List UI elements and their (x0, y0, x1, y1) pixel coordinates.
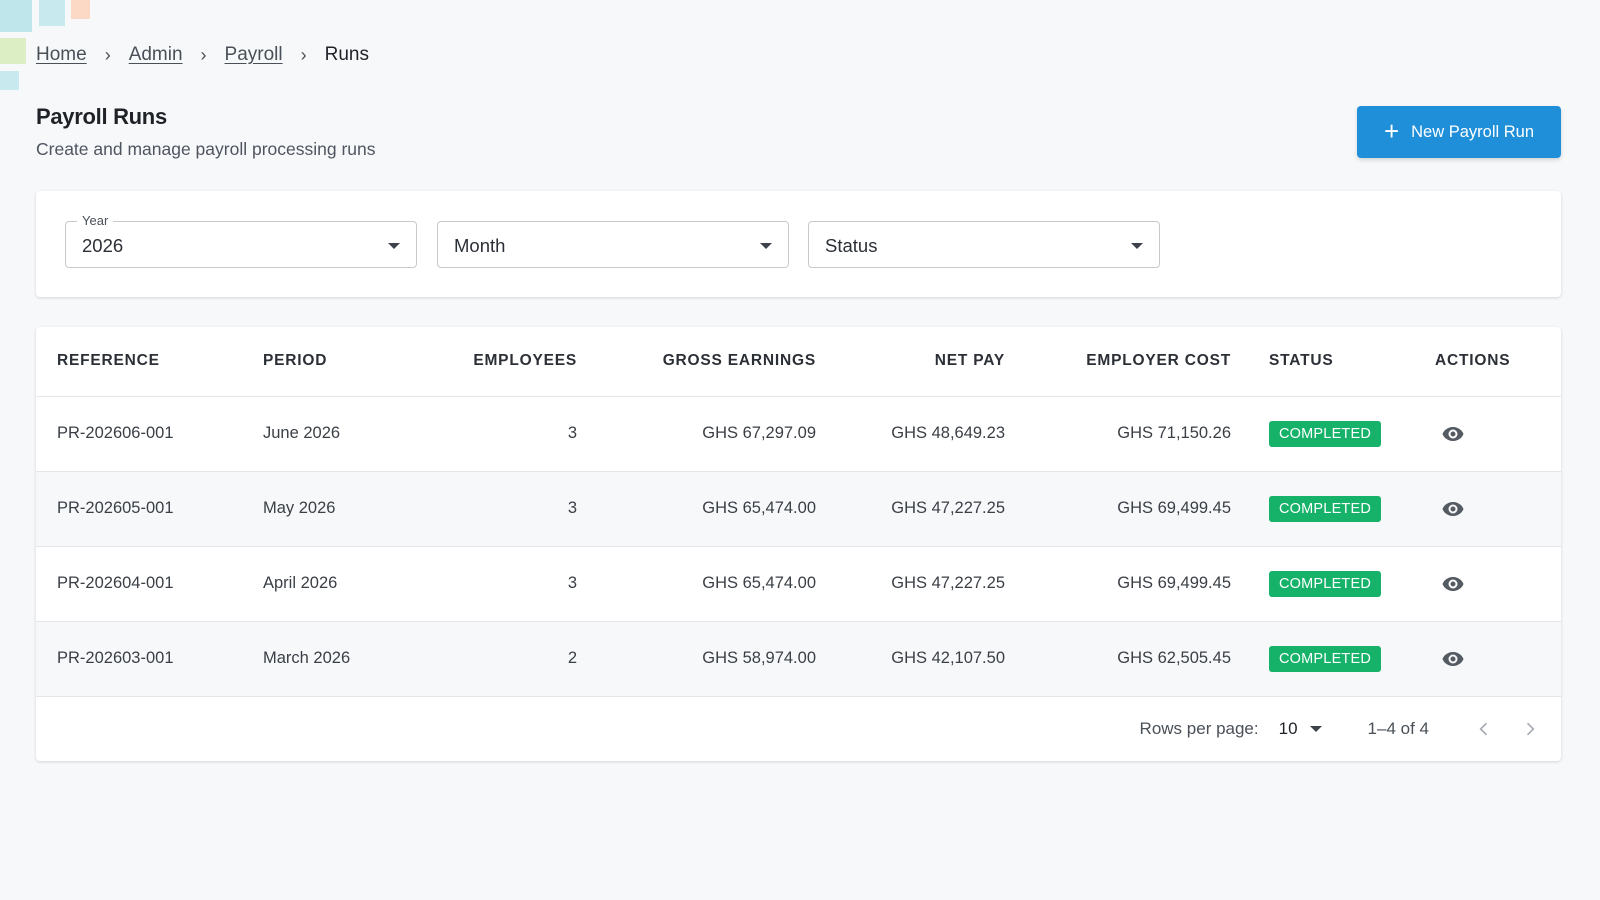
chevron-right-icon: › (104, 44, 111, 65)
breadcrumb-home[interactable]: Home (36, 44, 87, 66)
month-select[interactable]: Month (437, 221, 789, 268)
breadcrumb-current: Runs (324, 44, 369, 65)
cell-reference: PR-202604-001 (57, 574, 174, 592)
eye-icon[interactable] (1441, 422, 1465, 446)
cell-net-pay: GHS 47,227.25 (891, 499, 1005, 517)
column-header-net-pay: NET PAY (934, 352, 1005, 370)
cell-gross-earnings: GHS 65,474.00 (702, 574, 816, 592)
table-row: PR-202606-001 June 2026 3 GHS 67,297.09 … (36, 396, 1561, 471)
previous-page-button[interactable] (1461, 709, 1507, 749)
breadcrumb: Home › Admin › Payroll › Runs (36, 44, 369, 66)
status-badge: COMPLETED (1269, 495, 1382, 522)
column-header-actions: ACTIONS (1435, 352, 1511, 370)
rows-per-page-label: Rows per page: (1139, 718, 1259, 738)
cell-actions (1414, 396, 1561, 471)
column-header-gross-earnings: GROSS EARNINGS (662, 352, 816, 370)
cell-period: April 2026 (263, 574, 338, 592)
decor-square (0, 71, 19, 90)
cell-gross-earnings: GHS 67,297.09 (702, 424, 816, 442)
rows-per-page-select[interactable]: 10 (1279, 719, 1322, 739)
cell-period: May 2026 (263, 499, 336, 517)
cell-gross-earnings: GHS 65,474.00 (702, 499, 816, 517)
cell-actions (1414, 621, 1561, 696)
table-header-row: REFERENCE PERIOD EMPLOYEES GROSS EARNING… (36, 327, 1561, 396)
cell-actions (1414, 546, 1561, 621)
cell-employer-cost: GHS 69,499.45 (1117, 574, 1231, 592)
table-row: PR-202605-001 May 2026 3 GHS 65,474.00 G… (36, 471, 1561, 546)
plus-icon: + (1383, 116, 1400, 146)
cell-status: COMPLETED (1231, 396, 1414, 471)
cell-reference: PR-202606-001 (57, 424, 174, 442)
caret-down-icon (760, 243, 772, 249)
payroll-runs-table-card: REFERENCE PERIOD EMPLOYEES GROSS EARNING… (36, 327, 1561, 761)
filter-panel: Year 2026 Month Status (36, 191, 1561, 297)
cell-net-pay: GHS 42,107.50 (891, 649, 1005, 667)
chevron-right-icon (1526, 722, 1535, 735)
eye-icon[interactable] (1441, 647, 1465, 671)
page-title: Payroll Runs (36, 104, 167, 129)
new-payroll-run-label: New Payroll Run (1411, 122, 1535, 141)
year-select[interactable]: Year 2026 (65, 213, 417, 268)
pagination-range: 1–4 of 4 (1367, 718, 1429, 738)
column-header-reference: REFERENCE (57, 352, 160, 370)
breadcrumb-admin[interactable]: Admin (129, 44, 183, 66)
status-select-placeholder: Status (825, 235, 878, 256)
cell-status: COMPLETED (1231, 621, 1414, 696)
status-badge: COMPLETED (1269, 420, 1382, 447)
chevron-right-icon: › (300, 44, 307, 65)
cell-net-pay: GHS 47,227.25 (891, 574, 1005, 592)
rows-per-page-value: 10 (1278, 718, 1298, 738)
page-subtitle: Create and manage payroll processing run… (36, 139, 376, 159)
cell-employees: 2 (567, 649, 577, 667)
eye-icon[interactable] (1441, 572, 1465, 596)
caret-down-icon (1131, 243, 1143, 249)
caret-down-icon (1309, 725, 1322, 732)
cell-employer-cost: GHS 69,499.45 (1117, 499, 1231, 517)
status-badge: COMPLETED (1269, 570, 1382, 597)
eye-icon[interactable] (1441, 497, 1465, 521)
cell-employer-cost: GHS 62,505.45 (1117, 649, 1231, 667)
cell-reference: PR-202605-001 (57, 499, 174, 517)
year-select-value: 2026 (82, 235, 124, 256)
column-header-status: STATUS (1269, 352, 1334, 370)
breadcrumb-payroll[interactable]: Payroll (225, 44, 283, 66)
cell-net-pay: GHS 48,649.23 (891, 424, 1005, 442)
cell-reference: PR-202603-001 (57, 649, 174, 667)
column-header-employees: EMPLOYEES (473, 352, 577, 370)
month-select-placeholder: Month (454, 235, 506, 256)
decor-square (0, 0, 32, 32)
status-select[interactable]: Status (808, 221, 1160, 268)
column-header-employer-cost: EMPLOYER COST (1086, 352, 1231, 370)
cell-period: March 2026 (263, 649, 351, 667)
cell-status: COMPLETED (1231, 546, 1414, 621)
cell-actions (1414, 471, 1561, 546)
decor-square (0, 38, 26, 64)
cell-employees: 3 (567, 499, 577, 517)
next-page-button[interactable] (1507, 709, 1553, 749)
cell-period: June 2026 (263, 424, 341, 442)
cell-employer-cost: GHS 71,150.26 (1117, 424, 1231, 442)
table-pagination: Rows per page: 10 1–4 of 4 (36, 696, 1561, 761)
table-row: PR-202603-001 March 2026 2 GHS 58,974.00… (36, 621, 1561, 696)
table-row: PR-202604-001 April 2026 3 GHS 65,474.00… (36, 546, 1561, 621)
cell-employees: 3 (567, 574, 577, 592)
status-badge: COMPLETED (1269, 645, 1382, 672)
decor-square (39, 0, 65, 26)
cell-gross-earnings: GHS 58,974.00 (702, 649, 816, 667)
cell-employees: 3 (567, 424, 577, 442)
column-header-period: PERIOD (263, 352, 328, 370)
cell-status: COMPLETED (1231, 471, 1414, 546)
chevron-right-icon: › (200, 44, 207, 65)
payroll-runs-table: REFERENCE PERIOD EMPLOYEES GROSS EARNING… (36, 327, 1561, 697)
new-payroll-run-button[interactable]: + New Payroll Run (1357, 106, 1561, 158)
caret-down-icon (388, 243, 400, 249)
decor-square (71, 0, 90, 19)
chevron-left-icon (1479, 722, 1488, 735)
year-select-label: Year (77, 213, 114, 228)
